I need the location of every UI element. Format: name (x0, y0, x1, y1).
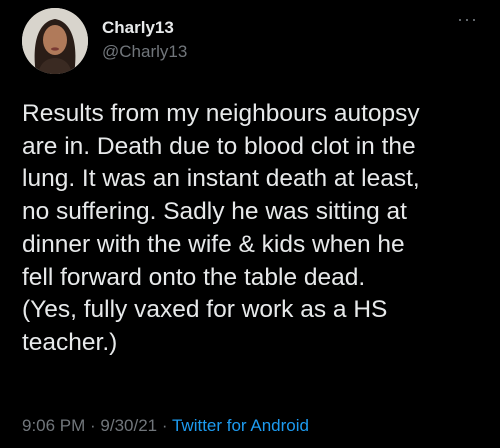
tweet-meta: 9:06 PM · 9/30/21 · Twitter for Android (22, 415, 309, 437)
tweet-header: Charly13 @Charly13 (22, 8, 187, 74)
profile-photo-icon (22, 8, 88, 74)
meta-separator: · (157, 416, 172, 435)
more-options-icon[interactable]: ··· (457, 10, 478, 28)
meta-separator: · (85, 416, 101, 435)
tweet-time[interactable]: 9:06 PM (22, 416, 85, 435)
tweet-date[interactable]: 9/30/21 (100, 416, 157, 435)
user-handle[interactable]: @Charly13 (102, 41, 187, 63)
display-name[interactable]: Charly13 (102, 17, 187, 39)
tweet-text: Results from my neighbours autopsy are i… (22, 100, 420, 356)
avatar[interactable] (22, 8, 88, 74)
user-names: Charly13 @Charly13 (102, 17, 187, 63)
tweet-source-link[interactable]: Twitter for Android (172, 416, 309, 435)
tweet-card: Charly13 @Charly13 ··· Results from my n… (0, 0, 500, 448)
